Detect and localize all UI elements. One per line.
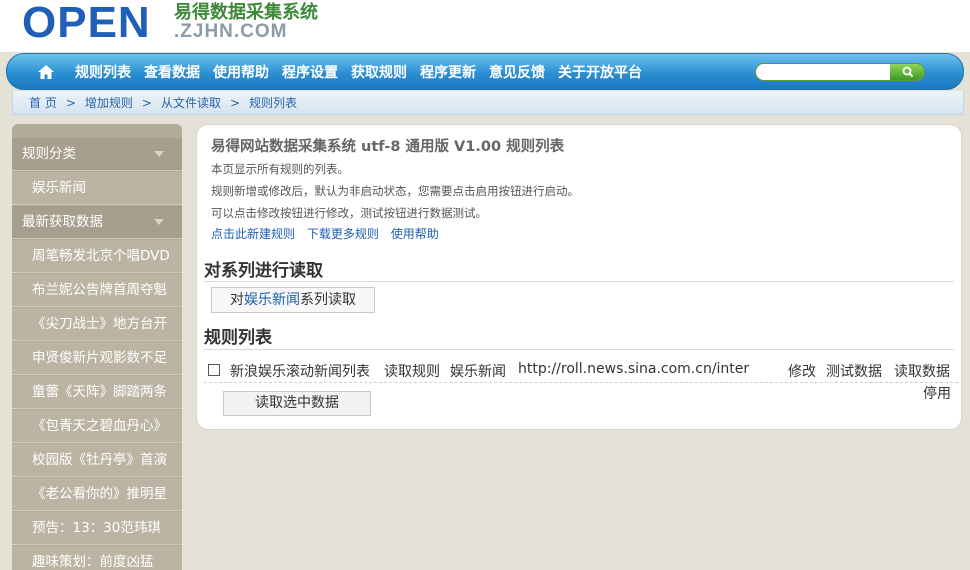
- read-rule-link[interactable]: 读取规则: [384, 361, 440, 381]
- divider: [204, 281, 954, 282]
- disable-rule-link[interactable]: 停用: [923, 383, 951, 403]
- sidebar: 规则分类 娱乐新闻 最新获取数据 周笔畅发北京个唱DVD 布兰妮公告牌首周夺魁 …: [12, 124, 182, 570]
- sidebar-item-label: 童蕾《天阵》脚踏两条: [32, 384, 167, 400]
- description-line: 本页显示所有规则的列表。: [211, 162, 349, 176]
- description-line: 规则新增或修改后，默认为非启动状态，您需要点击启用按钮进行启动。: [211, 184, 579, 198]
- sidebar-item-label: 最新获取数据: [22, 214, 103, 230]
- header: OPEN 易得数据采集系统 .ZJHN.COM: [0, 0, 970, 52]
- logo-brand: OPEN: [22, 0, 151, 47]
- search-icon: [902, 66, 914, 78]
- sidebar-item-news[interactable]: 预告：13：30范玮琪: [12, 512, 182, 545]
- download-rules-link[interactable]: 下载更多规则: [307, 227, 379, 241]
- sidebar-item-news[interactable]: 《尖刀战士》地方台开: [12, 308, 182, 341]
- breadcrumb: 首 页 > 增加规则 > 从文件读取 > 规则列表: [29, 91, 297, 114]
- sidebar-item-label: 申贤俊新片观影数不足: [32, 350, 167, 366]
- logo-domain: .ZJHN.COM: [174, 21, 288, 42]
- sidebar-item-label: 预告：13：30范玮琪: [32, 520, 161, 536]
- main-panel: 易得网站数据采集系统 utf-8 通用版 V1.00 规则列表 本页显示所有规则…: [196, 124, 962, 430]
- rule-category: 娱乐新闻: [450, 364, 506, 380]
- sidebar-category-rule-class[interactable]: 规则分类: [12, 138, 182, 171]
- series-button-prefix: 对: [230, 292, 244, 308]
- sidebar-item-news[interactable]: 童蕾《天阵》脚踏两条: [12, 376, 182, 409]
- read-series-button[interactable]: 对娱乐新闻系列读取: [211, 287, 375, 313]
- nav-item-view-data[interactable]: 查看数据: [144, 62, 200, 82]
- read-data-link[interactable]: 读取数据: [894, 361, 950, 381]
- sidebar-item-label: 趣味策划：前度凶猛: [32, 554, 154, 570]
- search-box: [755, 63, 925, 81]
- rules-heading: 规则列表: [204, 328, 272, 348]
- nav-item-update[interactable]: 程序更新: [420, 62, 476, 82]
- read-selected-button[interactable]: 读取选中数据: [223, 391, 371, 416]
- sidebar-item-label: 《尖刀战士》地方台开: [32, 316, 167, 332]
- sidebar-item-news[interactable]: 趣味策划：前度凶猛: [12, 546, 182, 570]
- series-heading: 对系列进行读取: [204, 261, 323, 281]
- chevron-down-icon: [154, 151, 164, 157]
- sidebar-item-label: 《包青天之碧血丹心》: [32, 418, 167, 434]
- nav-item-feedback[interactable]: 意见反馈: [489, 62, 545, 82]
- edit-rule-link[interactable]: 修改: [788, 361, 816, 381]
- rule-name: 新浪娱乐滚动新闻列表: [230, 364, 370, 380]
- sidebar-item-news[interactable]: 周笔畅发北京个唱DVD: [12, 240, 182, 273]
- chevron-down-icon: [154, 219, 164, 225]
- sidebar-category-latest-data[interactable]: 最新获取数据: [12, 206, 182, 239]
- page-title: 易得网站数据采集系统 utf-8 通用版 V1.00 规则列表: [211, 139, 565, 155]
- sidebar-item-label: 周笔畅发北京个唱DVD: [32, 248, 170, 264]
- sidebar-item-ent-news[interactable]: 娱乐新闻: [12, 172, 182, 205]
- nav-bar: 规则列表 查看数据 使用帮助 程序设置 获取规则 程序更新 意见反馈 关于开放平…: [6, 53, 964, 90]
- breadcrumb-rule-list[interactable]: 规则列表: [249, 94, 297, 111]
- search-button[interactable]: [890, 64, 924, 80]
- nav-item-about[interactable]: 关于开放平台: [558, 62, 642, 82]
- table-row: 新浪娱乐滚动新闻列表 读取规则 娱乐新闻 http://roll.news.si…: [204, 357, 958, 383]
- sidebar-item-label: 校园版《牡丹亭》首演: [32, 452, 167, 468]
- nav-menu: 规则列表 查看数据 使用帮助 程序设置 获取规则 程序更新 意见反馈 关于开放平…: [75, 54, 655, 89]
- series-button-category: 娱乐新闻: [244, 292, 300, 308]
- sidebar-item-label: 《老公看你的》推明星: [32, 486, 167, 502]
- quick-links: 点击此新建规则 下载更多规则 使用帮助: [211, 225, 447, 242]
- nav-item-help[interactable]: 使用帮助: [213, 62, 269, 82]
- chevron-right-icon: >: [141, 95, 152, 110]
- series-button-suffix: 系列读取: [300, 292, 356, 308]
- home-icon[interactable]: [37, 63, 55, 81]
- sidebar-item-label: 布兰妮公告牌首周夺魁: [32, 282, 167, 298]
- breadcrumb-add-rule[interactable]: 增加规则: [85, 94, 133, 111]
- nav-item-settings[interactable]: 程序设置: [282, 62, 338, 82]
- description-line: 可以点击修改按钮进行修改，测试按钮进行数据测试。: [211, 206, 487, 220]
- rule-checkbox[interactable]: [208, 364, 220, 376]
- breadcrumb-bar: 首 页 > 增加规则 > 从文件读取 > 规则列表: [12, 91, 964, 115]
- chevron-right-icon: >: [65, 95, 76, 110]
- sidebar-item-news[interactable]: 《老公看你的》推明星: [12, 478, 182, 511]
- sidebar-item-news[interactable]: 校园版《牡丹亭》首演: [12, 444, 182, 477]
- new-rule-link[interactable]: 点击此新建规则: [211, 227, 295, 241]
- rule-url: http://roll.news.sina.com.cn/inter: [518, 361, 750, 377]
- sidebar-item-news[interactable]: 布兰妮公告牌首周夺魁: [12, 274, 182, 307]
- search-input[interactable]: [756, 64, 890, 80]
- breadcrumb-read-from-file[interactable]: 从文件读取: [161, 94, 221, 111]
- nav-item-rule-list[interactable]: 规则列表: [75, 62, 131, 82]
- sidebar-item-news[interactable]: 申贤俊新片观影数不足: [12, 342, 182, 375]
- help-link[interactable]: 使用帮助: [391, 227, 439, 241]
- sidebar-item-news[interactable]: 《包青天之碧血丹心》: [12, 410, 182, 443]
- chevron-right-icon: >: [229, 95, 241, 110]
- sidebar-item-label: 规则分类: [22, 146, 76, 162]
- test-data-link[interactable]: 测试数据: [826, 361, 882, 381]
- divider: [204, 349, 954, 350]
- breadcrumb-home[interactable]: 首 页: [29, 94, 57, 111]
- nav-item-get-rules[interactable]: 获取规则: [351, 62, 407, 82]
- sidebar-item-label: 娱乐新闻: [32, 180, 86, 196]
